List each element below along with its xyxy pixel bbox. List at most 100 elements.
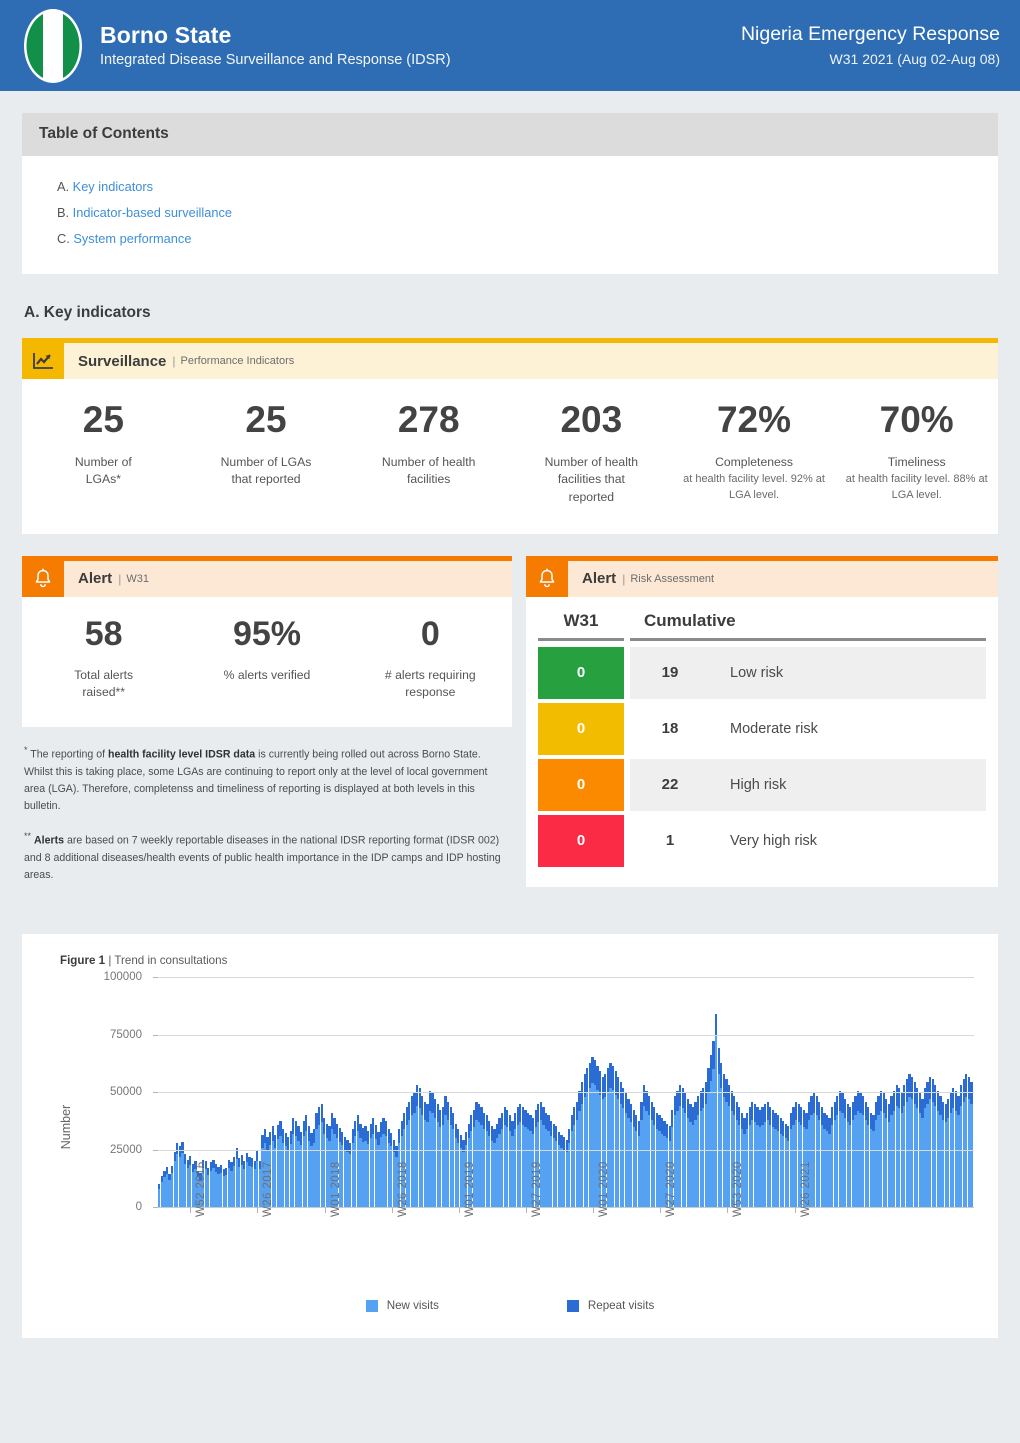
x-tick-label: W01 2019 [463,1161,476,1218]
alerts-row: Alert | W31 58 Total alerts raised** 95%… [22,555,998,913]
x-tick-mark [391,1207,393,1214]
kpi-value: 0 [420,614,440,653]
brand-block: Borno State Integrated Disease Surveilla… [22,6,741,86]
kpi-health-facilities-reported: 203 Number of health facilities that rep… [510,399,673,506]
response-week: W31 2021 (Aug 02-Aug 08) [829,51,1000,68]
x-tick-label: W52 2016 [195,1161,208,1218]
panel-name: Surveillance [78,352,167,370]
risk-cumulative-value: 1 [665,832,675,850]
kpi-value: 58 [84,614,123,653]
bell-icon [22,560,64,597]
kpi-number-of-lgas: 25 Number of LGAs* [22,399,185,506]
toc-item-indicator-based-surveillance[interactable]: B. Indicator-based surveillance [39,200,981,226]
brand-text: Borno State Integrated Disease Surveilla… [100,22,451,68]
kpi-label: Total alerts raised** [74,667,134,699]
toc-link-label[interactable]: Indicator-based surveillance [73,205,232,220]
y-axis-label: Number [59,1105,74,1150]
kpi-alerts-requiring-response: 0 # alerts requiring response [349,614,512,701]
grid-line [158,1092,974,1094]
panel-separator: | [622,571,626,586]
footnote-marker: ** [24,831,32,842]
grid-line [158,1034,974,1036]
nigeria-flag-icon [24,8,82,83]
risk-table-header: W31 Cumulative [538,611,986,647]
risk-column-header-week: W31 [538,611,624,641]
toc-list: A. Key indicators B. Indicator-based sur… [22,156,998,274]
x-tick-mark [660,1207,662,1214]
alert-week-title-bar: Alert | W31 [64,560,512,597]
risk-level-label: Moderate risk [730,720,818,737]
kpi-total-alerts-raised: 58 Total alerts raised** [22,614,185,701]
kpi-label: Number of LGAs that reported [220,454,312,487]
footnote-marker: * [24,745,28,756]
x-tick-mark [593,1207,595,1214]
x-tick-label: W26 2021 [799,1161,812,1218]
toc-link-label[interactable]: System performance [73,231,191,246]
toc-title: Table of Contents [22,113,998,156]
risk-week-value: 0 [538,758,624,811]
legend-item-new-visits: New visits [365,1299,439,1312]
footnote-part-bold: health facility level IDSR data [108,748,256,761]
table-of-contents: Table of Contents A. Key indicators B. I… [22,113,998,274]
kpi-completeness: 72% Completeness at health facility leve… [673,400,836,506]
y-axis-ticks: 0 25000 50000 75000 100000 [86,971,152,1213]
toc-link-label[interactable]: Key indicators [73,179,153,194]
state-title: Borno State [100,22,232,48]
risk-assessment-table: W31 Cumulative 0 19 Low risk 0 18 Modera… [526,597,998,887]
kpi-value: 203 [560,399,623,440]
risk-week-value: 0 [538,646,624,699]
kpi-value: 25 [82,399,124,440]
response-block: Nigeria Emergency Response W31 2021 (Aug… [741,22,1000,69]
bell-icon [526,560,568,597]
surveillance-panel: Surveillance | Performance Indicators 25… [22,338,998,534]
bar-segment-new-visits [970,1103,973,1208]
bar [970,1082,973,1208]
footnote-health-facility-data: * The reporting of health facility level… [24,743,502,815]
x-tick-mark [794,1207,796,1214]
chart-plot-area: Number 0 25000 50000 75000 100000 W52 2016 W2… [59,971,980,1277]
toc-item-system-performance[interactable]: C. System performance [39,226,981,252]
x-axis-ticks: W52 2016 W26 2017 W01 2018 W26 2018 W01 2019… [158,1162,974,1277]
x-tick-label: W26 2017 [262,1161,275,1218]
surveillance-panel-header: Surveillance | Performance Indicators [22,343,998,379]
x-tick-label: W01 2018 [329,1161,342,1218]
legend-swatch [365,1299,378,1312]
footnotes: * The reporting of health facility level… [22,727,512,913]
footnote-part: are based on 7 weekly reportable disease… [24,834,501,882]
kpi-timeliness: 70% Timeliness at health facility level.… [835,400,998,506]
kpi-label: Completeness [715,454,793,469]
x-tick-label: W53 2020 [732,1161,745,1218]
x-tick-label: W01 2020 [598,1161,611,1218]
panel-separator: | [172,354,176,368]
chart-grid [153,977,974,1209]
surveillance-title-bar: Surveillance | Performance Indicators [64,343,998,379]
chart-legend: New visits Repeat visits [40,1299,980,1312]
alert-week-kpi-grid: 58 Total alerts raised** 95% % alerts ve… [22,596,512,728]
kpi-label: Number of health facilities that reporte… [544,454,639,504]
kpi-label: Timeliness [887,454,946,469]
alert-week-column: Alert | W31 58 Total alerts raised** 95%… [22,555,512,913]
bar-segment-repeat-visits [715,1014,718,1035]
risk-column-header-cumulative: Cumulative [630,611,986,641]
table-row: 0 1 Very high risk [538,814,986,867]
toc-marker: C. [57,231,70,246]
footnote-part: The reporting of [30,748,109,761]
kpi-label: Number of health facilities [381,454,476,487]
y-tick-mark [153,977,158,979]
y-tick-label: 25000 [110,1143,142,1156]
panel-name: Alert [582,570,617,588]
bottom-spacer [22,1338,998,1364]
kpi-label: Number of LGAs* [74,454,132,487]
kpi-note: at health facility level. 88% at LGA lev… [845,473,988,502]
panel-description: W31 [126,572,149,585]
toc-item-key-indicators[interactable]: A. Key indicators [39,174,981,200]
risk-week-value: 0 [538,702,624,755]
figure-separator: | [108,954,112,968]
state-subtitle: Integrated Disease Surveillance and Resp… [100,51,451,68]
x-tick-mark [324,1207,326,1214]
panel-description: Performance Indicators [180,355,295,367]
table-row: 0 22 High risk [538,758,986,811]
x-tick-mark [257,1207,259,1214]
grid-line [158,977,974,979]
risk-cumulative-value: 18 [661,720,679,738]
